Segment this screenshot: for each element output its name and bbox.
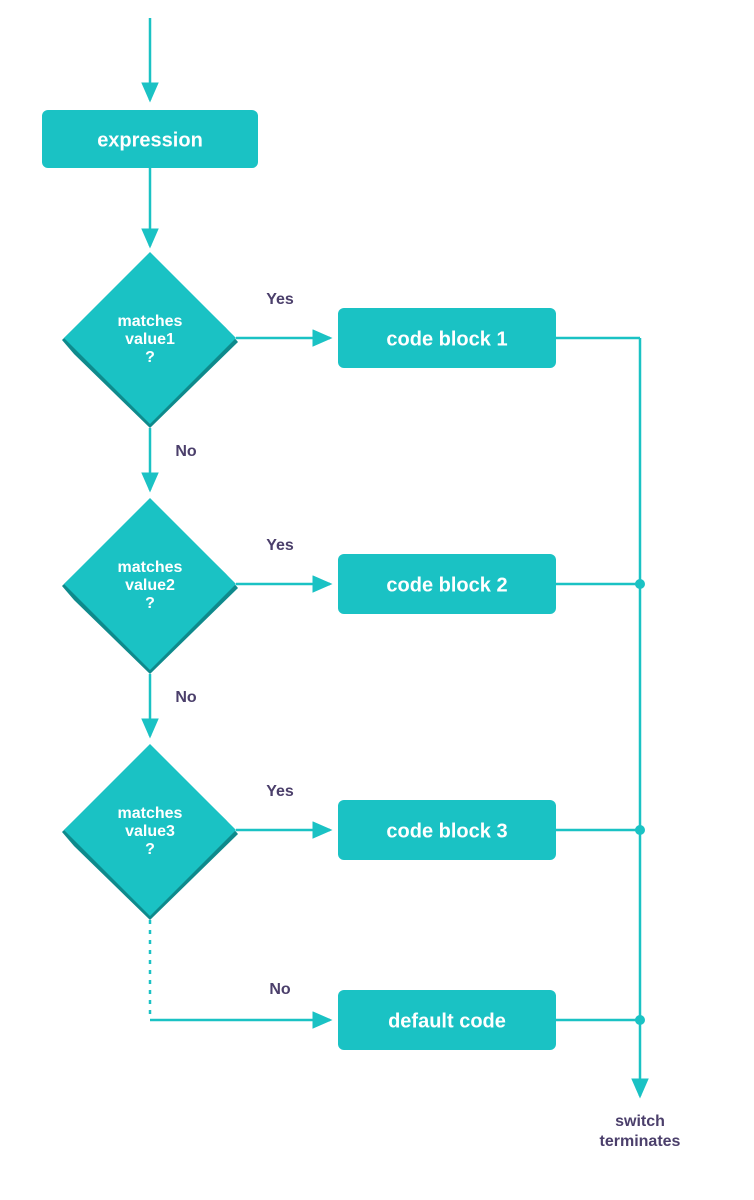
yes-label-2: Yes bbox=[266, 537, 294, 554]
expression-label: expression bbox=[97, 129, 203, 151]
block3-label: code block 3 bbox=[386, 820, 507, 842]
decision2-line3: ? bbox=[145, 595, 155, 612]
code-block-1: code block 1 bbox=[338, 308, 556, 368]
no-label-1: No bbox=[175, 443, 197, 460]
decision3-line1: matches bbox=[118, 805, 183, 822]
merge-dot-3 bbox=[635, 825, 645, 835]
yes-label-3: Yes bbox=[266, 783, 294, 800]
terminate-line1: switch bbox=[615, 1113, 665, 1130]
block2-label: code block 2 bbox=[386, 574, 507, 596]
decision3-line2: value3 bbox=[125, 823, 175, 840]
decision3-line3: ? bbox=[145, 841, 155, 858]
code-block-3: code block 3 bbox=[338, 800, 556, 860]
decision3: matches value3 ? bbox=[62, 744, 238, 920]
merge-dot-2 bbox=[635, 579, 645, 589]
default-code-block: default code bbox=[338, 990, 556, 1050]
block1-label: code block 1 bbox=[386, 328, 507, 350]
yes-label-1: Yes bbox=[266, 291, 294, 308]
decision1-line1: matches bbox=[118, 313, 183, 330]
terminate-line2: terminates bbox=[600, 1133, 681, 1150]
decision2-line1: matches bbox=[118, 559, 183, 576]
decision1: matches value1 ? bbox=[62, 252, 238, 428]
no-label-default: No bbox=[269, 981, 291, 998]
switch-flowchart: expression matches value1 ? Yes code blo… bbox=[0, 0, 754, 1200]
default-label: default code bbox=[388, 1010, 506, 1032]
merge-dot-default bbox=[635, 1015, 645, 1025]
decision2: matches value2 ? bbox=[62, 498, 238, 674]
expression-box: expression bbox=[42, 110, 258, 168]
no-label-2: No bbox=[175, 689, 197, 706]
decision1-line3: ? bbox=[145, 349, 155, 366]
decision2-line2: value2 bbox=[125, 577, 175, 594]
decision1-line2: value1 bbox=[125, 331, 175, 348]
code-block-2: code block 2 bbox=[338, 554, 556, 614]
